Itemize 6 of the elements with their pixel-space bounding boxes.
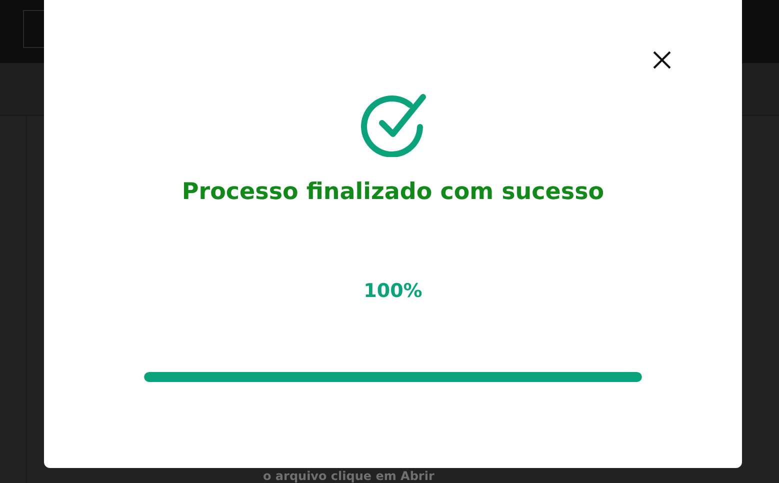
progress-percent: 100% <box>364 279 422 303</box>
close-icon <box>653 51 671 69</box>
dialog-title: Processo finalizado com sucesso <box>182 178 604 207</box>
close-button[interactable] <box>653 51 671 69</box>
instruction-text: o arquivo clique em Abrir <box>263 469 434 483</box>
check-circle-icon <box>360 93 426 157</box>
